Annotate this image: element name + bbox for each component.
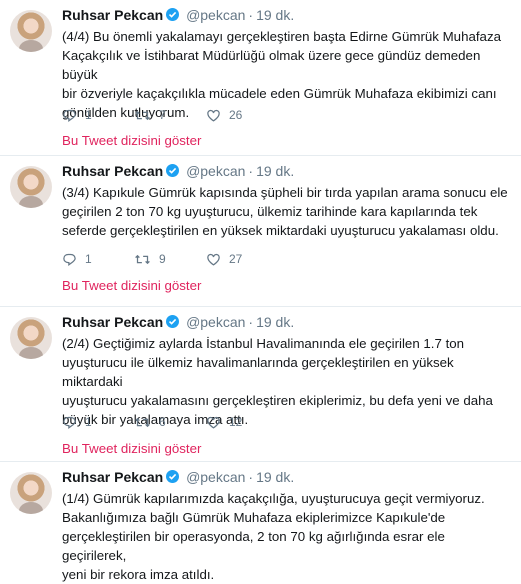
retweet-button[interactable]: 9 [134, 252, 206, 267]
author-handle[interactable]: @pekcan [186, 469, 245, 485]
avatar[interactable] [10, 10, 52, 52]
timestamp[interactable]: 19 dk. [256, 314, 294, 330]
reply-count: 1 [85, 252, 92, 266]
retweet-icon [135, 110, 150, 120]
separator-dot: · [248, 163, 254, 179]
tweet[interactable]: Ruhsar Pekcan @pekcan · 19 dk. (3/4) Kapık… [0, 156, 521, 307]
retweet-button[interactable]: 6 [134, 415, 206, 430]
like-icon [207, 109, 220, 122]
tweet[interactable]: Ruhsar Pekcan @pekcan · 19 dk. (2/4) Geçti… [0, 307, 521, 462]
author-name[interactable]: Ruhsar Pekcan [62, 163, 163, 179]
like-button[interactable]: 12 [206, 415, 266, 430]
author-name[interactable]: Ruhsar Pekcan [62, 469, 163, 485]
tweet-header: Ruhsar Pekcan @pekcan · 19 dk. [62, 313, 511, 331]
tweet-actions: 1 9 27 [62, 249, 266, 269]
retweet-count: 6 [159, 415, 166, 429]
tweet-actions: 1 6 12 [62, 412, 266, 432]
tweet[interactable]: Ruhsar Pekcan @pekcan · 19 dk. (1/4) Gümrü… [0, 462, 521, 582]
like-count: 27 [229, 252, 243, 266]
retweet-icon [135, 417, 150, 427]
like-icon [207, 416, 220, 429]
author-handle[interactable]: @pekcan [186, 7, 245, 23]
like-count: 26 [229, 108, 243, 122]
tweet-header: Ruhsar Pekcan @pekcan · 19 dk. [62, 468, 511, 486]
like-icon [207, 253, 220, 266]
timestamp[interactable]: 19 dk. [256, 7, 294, 23]
tweet-header: Ruhsar Pekcan @pekcan · 19 dk. [62, 162, 511, 180]
verified-badge-icon [166, 8, 180, 21]
reply-button[interactable]: 1 [62, 415, 134, 430]
separator-dot: · [248, 469, 254, 485]
tweet-content: Ruhsar Pekcan @pekcan · 19 dk. (3/4) Kapık… [62, 162, 511, 240]
verified-badge-icon [166, 315, 180, 328]
retweet-icon [135, 254, 150, 264]
author-handle[interactable]: @pekcan [186, 163, 245, 179]
verified-badge-icon [166, 164, 180, 177]
show-thread-link[interactable]: Bu Tweet dizisini göster [62, 278, 201, 293]
tweet-content: Ruhsar Pekcan @pekcan · 19 dk. (1/4) Gümrü… [62, 468, 511, 584]
reply-icon [63, 253, 76, 266]
show-thread-link[interactable]: Bu Tweet dizisini göster [62, 441, 201, 456]
separator-dot: · [248, 314, 254, 330]
reply-icon [63, 109, 76, 122]
retweet-count: 9 [159, 252, 166, 266]
like-count: 12 [229, 415, 243, 429]
verified-badge-icon [166, 470, 180, 483]
tweet[interactable]: Ruhsar Pekcan @pekcan · 19 dk. (4/4) Bu ön… [0, 0, 521, 156]
author-handle[interactable]: @pekcan [186, 314, 245, 330]
like-button[interactable]: 26 [206, 108, 266, 123]
avatar[interactable] [10, 166, 52, 208]
reply-count: 1 [85, 108, 92, 122]
tweet-feed: Ruhsar Pekcan @pekcan · 19 dk. (4/4) Bu ön… [0, 0, 521, 582]
avatar[interactable] [10, 472, 52, 514]
retweet-count: 7 [159, 108, 166, 122]
tweet-text: (3/4) Kapıkule Gümrük kapısında şüpheli … [62, 185, 508, 238]
reply-button[interactable]: 1 [62, 108, 134, 123]
reply-count: 1 [85, 415, 92, 429]
reply-icon [63, 416, 76, 429]
reply-button[interactable]: 1 [62, 252, 134, 267]
separator-dot: · [248, 7, 254, 23]
timestamp[interactable]: 19 dk. [256, 469, 294, 485]
avatar[interactable] [10, 317, 52, 359]
tweet-actions: 1 7 26 [62, 105, 266, 125]
tweet-header: Ruhsar Pekcan @pekcan · 19 dk. [62, 6, 511, 24]
show-thread-link[interactable]: Bu Tweet dizisini göster [62, 133, 201, 148]
retweet-button[interactable]: 7 [134, 108, 206, 123]
tweet-text: (1/4) Gümrük kapılarımızda kaçakçılığa, … [62, 491, 485, 582]
timestamp[interactable]: 19 dk. [256, 163, 294, 179]
author-name[interactable]: Ruhsar Pekcan [62, 314, 163, 330]
like-button[interactable]: 27 [206, 252, 266, 267]
author-name[interactable]: Ruhsar Pekcan [62, 7, 163, 23]
